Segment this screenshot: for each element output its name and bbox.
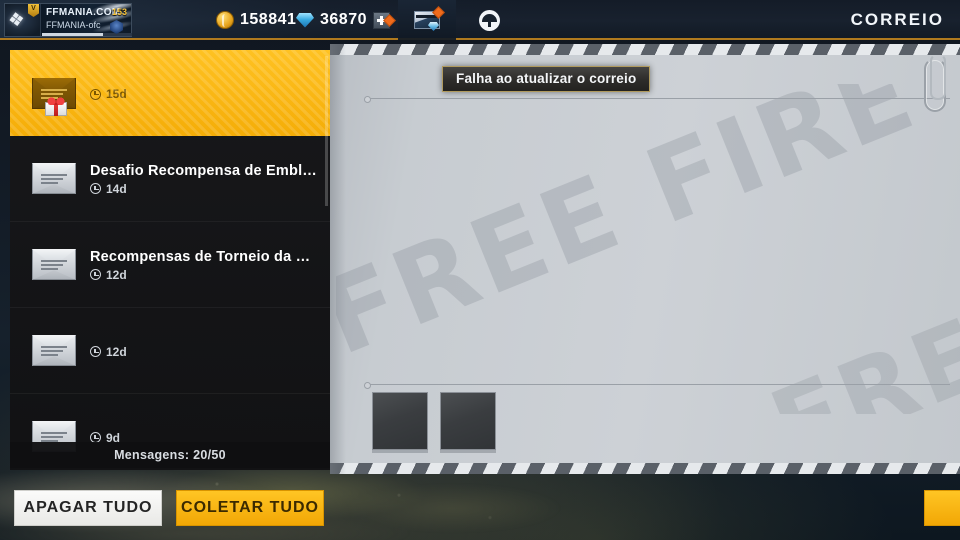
vip-badge: V (28, 4, 39, 17)
envelope-icon (32, 163, 76, 194)
clock-icon (90, 346, 101, 357)
gold-coin-icon (216, 11, 234, 29)
player-profile[interactable]: ❖ V FFMANIA.COM FFMANIA-ofc 153 (4, 3, 132, 37)
diamond-currency[interactable]: 36870 (296, 0, 396, 40)
attachment-slot[interactable] (440, 392, 496, 450)
gift-box-icon (45, 95, 67, 116)
message-count-label: Mensagens: 20/50 (10, 442, 330, 468)
mail-list-item-2[interactable]: Recompensas de Torneio da Guilda 12d (10, 222, 330, 308)
attachment-slot[interactable] (372, 392, 428, 450)
voucher-shop-button[interactable] (398, 0, 456, 40)
attachment-slots (372, 392, 496, 450)
mail-item-text: Recompensas de Torneio da Guilda 12d (90, 248, 320, 282)
mail-item-text: 12d (90, 343, 320, 359)
mail-item-time-row: 12d (90, 268, 320, 282)
watermark-text: FREE FIRE (336, 84, 933, 379)
mail-list: 15d Desafio Recompensa de Emblemas 14d R… (10, 50, 330, 470)
mail-item-text: 15d (90, 85, 320, 101)
letter-top-edge (330, 44, 960, 55)
edge-action-button[interactable] (924, 490, 960, 526)
collect-all-button[interactable]: COLETAR TUDO (176, 490, 324, 526)
parachute-download-icon (478, 9, 500, 31)
player-name-block: FFMANIA.COM FFMANIA-ofc 153 (41, 4, 131, 36)
mail-item-time-row: 14d (90, 182, 320, 196)
mail-item-time: 14d (106, 181, 127, 196)
mail-list-item-1[interactable]: Desafio Recompensa de Emblemas 14d (10, 136, 330, 222)
paperclip-icon (924, 54, 946, 112)
page-title: CORREIO (850, 10, 944, 29)
player-level: 153 (111, 7, 127, 17)
mail-item-time: 15d (106, 87, 127, 101)
mail-item-time-row: 15d (90, 87, 320, 101)
watermark: FREE FIRE FREE FIRE (336, 84, 960, 414)
mail-item-title: Recompensas de Torneio da Guilda (90, 248, 320, 265)
avatar[interactable]: ❖ V (5, 4, 41, 36)
clock-icon (90, 269, 101, 280)
game-screen: ❖ V FFMANIA.COM FFMANIA-ofc 153 158841 3… (0, 0, 960, 540)
diamond-value: 36870 (320, 11, 367, 28)
watermark-text-secondary: FREE FIRE (756, 157, 960, 414)
gold-value: 158841 (240, 11, 297, 28)
envelope-icon (32, 249, 76, 280)
mail-list-scrollbar[interactable] (325, 56, 328, 206)
clock-icon (90, 183, 101, 194)
add-diamond-button[interactable] (373, 11, 396, 29)
error-toast: Falha ao atualizar o correio (442, 66, 651, 92)
letter-divider-bottom (364, 382, 950, 389)
envelope-gift-icon (32, 77, 76, 116)
mail-item-time: 12d (106, 344, 127, 359)
gold-currency[interactable]: 158841 (216, 0, 296, 40)
letter-left-shadow (330, 44, 346, 474)
delete-all-button[interactable]: APAGAR TUDO (14, 490, 162, 526)
mail-item-time-row: 12d (90, 345, 320, 359)
mail-item-text: Desafio Recompensa de Emblemas 14d (90, 162, 320, 196)
envelope-icon (32, 335, 76, 366)
mail-list-item-3[interactable]: 12d (10, 308, 330, 394)
download-button[interactable] (460, 0, 518, 40)
letter-bottom-edge (330, 463, 960, 474)
mail-detail-panel: FREE FIRE FREE FIRE Falha ao atualizar o… (330, 44, 960, 474)
clock-icon (90, 88, 101, 100)
mail-list-item-0[interactable]: 15d (10, 50, 330, 136)
letter-divider-top (364, 96, 950, 103)
top-bar: ❖ V FFMANIA.COM FFMANIA-ofc 153 158841 3… (0, 0, 960, 40)
mail-item-time: 12d (106, 267, 127, 282)
diamond-voucher-icon (414, 6, 445, 31)
mail-list-panel: 15d Desafio Recompensa de Emblemas 14d R… (10, 50, 330, 470)
diamond-icon (296, 12, 314, 28)
wing-avatar-icon: ❖ (6, 8, 27, 33)
mail-item-title: Desafio Recompensa de Emblemas (90, 162, 320, 179)
player-xp-bar (42, 33, 132, 36)
